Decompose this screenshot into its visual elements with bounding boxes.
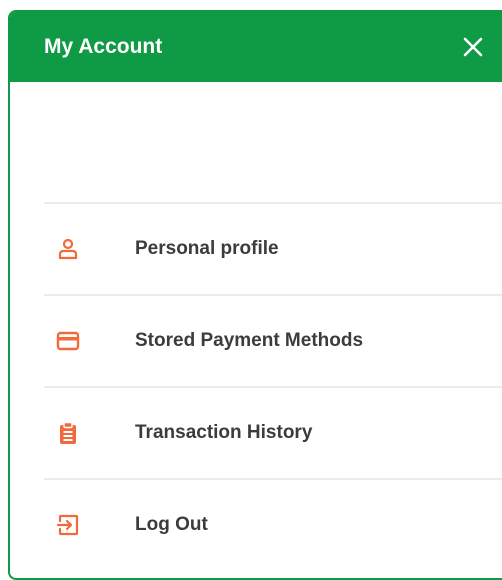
menu-item-label: Log Out — [135, 514, 208, 535]
menu-item-label: Personal profile — [135, 238, 279, 259]
menu-item-personal-profile[interactable]: Personal profile — [44, 202, 502, 294]
user-icon — [58, 238, 78, 260]
panel-header: My Account — [10, 12, 502, 82]
clipboard-icon — [60, 421, 76, 444]
account-panel: My Account Personal profile Stored Payme… — [8, 10, 502, 580]
credit-card-icon — [56, 331, 80, 351]
close-button[interactable] — [460, 34, 486, 60]
menu-item-log-out[interactable]: Log Out — [44, 478, 502, 570]
logout-icon — [56, 514, 79, 536]
panel-title: My Account — [44, 35, 163, 58]
menu-item-label: Stored Payment Methods — [135, 330, 364, 351]
menu-item-label: Transaction History — [135, 422, 313, 443]
account-menu: Personal profile Stored Payment Methods … — [44, 202, 502, 570]
menu-item-stored-payment-methods[interactable]: Stored Payment Methods — [44, 294, 502, 386]
close-icon — [463, 37, 483, 57]
menu-item-transaction-history[interactable]: Transaction History — [44, 386, 502, 478]
